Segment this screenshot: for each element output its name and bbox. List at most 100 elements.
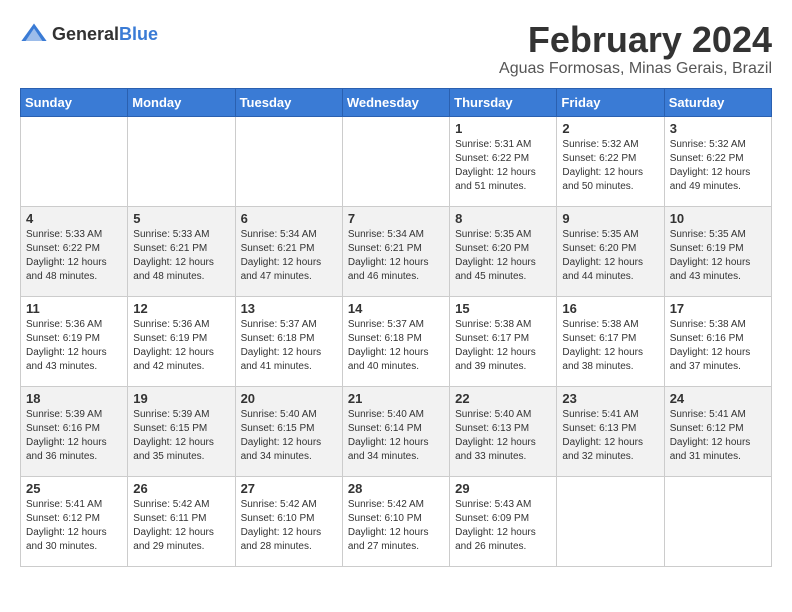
week-row-1: 1 Sunrise: 5:31 AM Sunset: 6:22 PM Daylig…	[21, 116, 772, 206]
day-number: 28	[348, 481, 444, 496]
day-cell: 6Sunrise: 5:34 AM Sunset: 6:21 PM Daylig…	[235, 206, 342, 296]
day-info: Sunrise: 5:38 AM Sunset: 6:16 PM Dayligh…	[670, 318, 766, 374]
day-number: 4	[26, 211, 122, 226]
week-row-2: 4 Sunrise: 5:33 AM Sunset: 6:22 PM Daylig…	[21, 206, 772, 296]
day-cell	[235, 116, 342, 206]
day-info: Sunrise: 5:32 AM Sunset: 6:22 PM Dayligh…	[670, 138, 766, 194]
header-tuesday: Tuesday	[235, 88, 342, 116]
day-cell: 3Sunrise: 5:32 AM Sunset: 6:22 PM Daylig…	[664, 116, 771, 206]
day-info: Sunrise: 5:38 AM Sunset: 6:17 PM Dayligh…	[562, 318, 658, 374]
day-number: 20	[241, 391, 337, 406]
day-info: Sunrise: 5:32 AM Sunset: 6:22 PM Dayligh…	[562, 138, 658, 194]
day-number: 1	[455, 121, 551, 136]
day-number: 6	[241, 211, 337, 226]
header-wednesday: Wednesday	[342, 88, 449, 116]
day-info: Sunrise: 5:39 AM Sunset: 6:15 PM Dayligh…	[133, 408, 229, 464]
day-number: 27	[241, 481, 337, 496]
day-number: 13	[241, 301, 337, 316]
day-info: Sunrise: 5:39 AM Sunset: 6:16 PM Dayligh…	[26, 408, 122, 464]
day-cell: 15 Sunrise: 5:38 AM Sunset: 6:17 PM Dayli…	[450, 296, 557, 386]
day-number: 26	[133, 481, 229, 496]
calendar-header-row: SundayMondayTuesdayWednesdayThursdayFrid…	[21, 88, 772, 116]
day-info: Sunrise: 5:41 AM Sunset: 6:12 PM Dayligh…	[670, 408, 766, 464]
day-cell: 4 Sunrise: 5:33 AM Sunset: 6:22 PM Daylig…	[21, 206, 128, 296]
day-info: Sunrise: 5:35 AM Sunset: 6:19 PM Dayligh…	[670, 228, 766, 284]
header-friday: Friday	[557, 88, 664, 116]
day-cell: 27 Sunrise: 5:42 AM Sunset: 6:10 PM Dayli…	[235, 476, 342, 566]
day-cell: 5Sunrise: 5:33 AM Sunset: 6:21 PM Daylig…	[128, 206, 235, 296]
week-row-4: 18Sunrise: 5:39 AM Sunset: 6:16 PM Dayli…	[21, 386, 772, 476]
day-info: Sunrise: 5:35 AM Sunset: 6:20 PM Dayligh…	[455, 228, 551, 284]
day-cell: 14 Sunrise: 5:37 AM Sunset: 6:18 PM Dayli…	[342, 296, 449, 386]
day-info: Sunrise: 5:34 AM Sunset: 6:21 PM Dayligh…	[348, 228, 444, 284]
day-cell: 1 Sunrise: 5:31 AM Sunset: 6:22 PM Daylig…	[450, 116, 557, 206]
day-number: 14	[348, 301, 444, 316]
calendar-subtitle: Aguas Formosas, Minas Gerais, Brazil	[499, 60, 772, 78]
day-number: 25	[26, 481, 122, 496]
page-header: GeneralBlue February 2024 Aguas Formosas…	[20, 20, 772, 78]
day-cell: 28 Sunrise: 5:42 AM Sunset: 6:10 PM Dayli…	[342, 476, 449, 566]
day-cell: 22 Sunrise: 5:40 AM Sunset: 6:13 PM Dayli…	[450, 386, 557, 476]
day-info: Sunrise: 5:37 AM Sunset: 6:18 PM Dayligh…	[348, 318, 444, 374]
day-info: Sunrise: 5:40 AM Sunset: 6:13 PM Dayligh…	[455, 408, 551, 464]
day-info: Sunrise: 5:31 AM Sunset: 6:22 PM Dayligh…	[455, 138, 551, 194]
day-number: 12	[133, 301, 229, 316]
day-info: Sunrise: 5:40 AM Sunset: 6:14 PM Dayligh…	[348, 408, 444, 464]
header-thursday: Thursday	[450, 88, 557, 116]
day-number: 10	[670, 211, 766, 226]
day-info: Sunrise: 5:37 AM Sunset: 6:18 PM Dayligh…	[241, 318, 337, 374]
day-number: 29	[455, 481, 551, 496]
day-info: Sunrise: 5:38 AM Sunset: 6:17 PM Dayligh…	[455, 318, 551, 374]
day-cell: 9Sunrise: 5:35 AM Sunset: 6:20 PM Daylig…	[557, 206, 664, 296]
day-cell: 18Sunrise: 5:39 AM Sunset: 6:16 PM Dayli…	[21, 386, 128, 476]
day-info: Sunrise: 5:33 AM Sunset: 6:22 PM Dayligh…	[26, 228, 122, 284]
day-number: 23	[562, 391, 658, 406]
day-info: Sunrise: 5:42 AM Sunset: 6:10 PM Dayligh…	[241, 498, 337, 554]
day-cell: 16 Sunrise: 5:38 AM Sunset: 6:17 PM Dayli…	[557, 296, 664, 386]
day-cell: 12 Sunrise: 5:36 AM Sunset: 6:19 PM Dayli…	[128, 296, 235, 386]
day-number: 8	[455, 211, 551, 226]
day-info: Sunrise: 5:41 AM Sunset: 6:13 PM Dayligh…	[562, 408, 658, 464]
day-number: 7	[348, 211, 444, 226]
day-number: 15	[455, 301, 551, 316]
day-number: 21	[348, 391, 444, 406]
week-row-5: 25Sunrise: 5:41 AM Sunset: 6:12 PM Dayli…	[21, 476, 772, 566]
day-cell	[342, 116, 449, 206]
week-row-3: 11 Sunrise: 5:36 AM Sunset: 6:19 PM Dayli…	[21, 296, 772, 386]
day-cell: 10 Sunrise: 5:35 AM Sunset: 6:19 PM Dayli…	[664, 206, 771, 296]
day-number: 11	[26, 301, 122, 316]
day-cell: 24Sunrise: 5:41 AM Sunset: 6:12 PM Dayli…	[664, 386, 771, 476]
day-number: 9	[562, 211, 658, 226]
day-info: Sunrise: 5:42 AM Sunset: 6:10 PM Dayligh…	[348, 498, 444, 554]
day-cell: 11Sunrise: 5:36 AM Sunset: 6:19 PM Dayli…	[21, 296, 128, 386]
logo-blue: Blue	[119, 24, 158, 44]
day-info: Sunrise: 5:40 AM Sunset: 6:15 PM Dayligh…	[241, 408, 337, 464]
header-saturday: Saturday	[664, 88, 771, 116]
day-cell: 26Sunrise: 5:42 AM Sunset: 6:11 PM Dayli…	[128, 476, 235, 566]
logo: GeneralBlue	[20, 20, 158, 48]
day-cell	[664, 476, 771, 566]
calendar-table: SundayMondayTuesdayWednesdayThursdayFrid…	[20, 88, 772, 567]
calendar-title: February 2024	[499, 20, 772, 60]
day-info: Sunrise: 5:36 AM Sunset: 6:19 PM Dayligh…	[133, 318, 229, 374]
day-cell	[557, 476, 664, 566]
day-cell: 20 Sunrise: 5:40 AM Sunset: 6:15 PM Dayli…	[235, 386, 342, 476]
logo-icon	[20, 20, 48, 48]
day-cell: 8 Sunrise: 5:35 AM Sunset: 6:20 PM Daylig…	[450, 206, 557, 296]
day-cell: 19Sunrise: 5:39 AM Sunset: 6:15 PM Dayli…	[128, 386, 235, 476]
day-cell: 21 Sunrise: 5:40 AM Sunset: 6:14 PM Dayli…	[342, 386, 449, 476]
header-sunday: Sunday	[21, 88, 128, 116]
day-cell: 17 Sunrise: 5:38 AM Sunset: 6:16 PM Dayli…	[664, 296, 771, 386]
day-cell: 7 Sunrise: 5:34 AM Sunset: 6:21 PM Daylig…	[342, 206, 449, 296]
day-cell	[128, 116, 235, 206]
title-block: February 2024 Aguas Formosas, Minas Gera…	[499, 20, 772, 78]
day-number: 22	[455, 391, 551, 406]
day-number: 17	[670, 301, 766, 316]
day-number: 16	[562, 301, 658, 316]
day-cell	[21, 116, 128, 206]
day-cell: 25Sunrise: 5:41 AM Sunset: 6:12 PM Dayli…	[21, 476, 128, 566]
day-cell: 2Sunrise: 5:32 AM Sunset: 6:22 PM Daylig…	[557, 116, 664, 206]
day-info: Sunrise: 5:33 AM Sunset: 6:21 PM Dayligh…	[133, 228, 229, 284]
day-cell: 13 Sunrise: 5:37 AM Sunset: 6:18 PM Dayli…	[235, 296, 342, 386]
day-info: Sunrise: 5:43 AM Sunset: 6:09 PM Dayligh…	[455, 498, 551, 554]
